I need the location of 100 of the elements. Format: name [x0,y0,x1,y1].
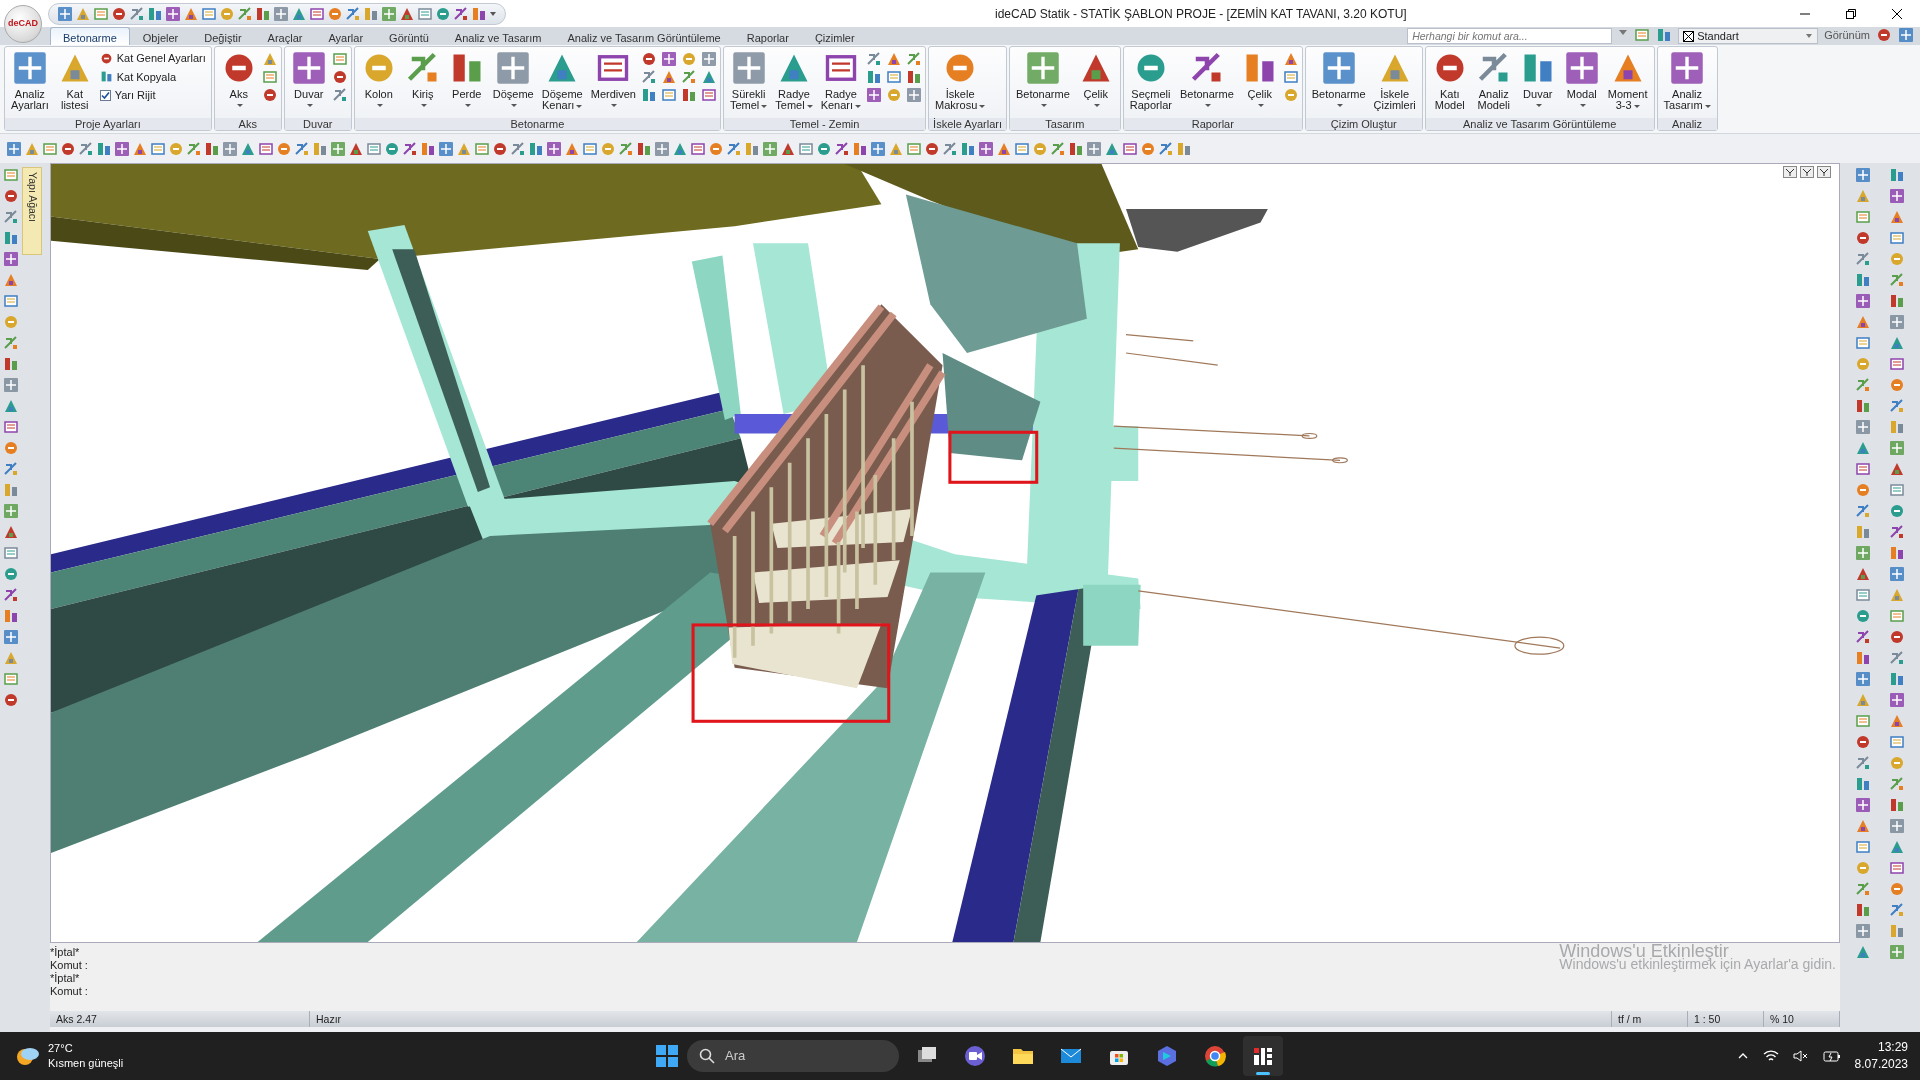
ribbon-small-button[interactable]: Kat Kopyala [97,67,208,86]
ribbon-button[interactable]: Analiz Ayarları [8,49,52,112]
tool-icon[interactable] [420,140,436,157]
menu-tab[interactable]: Çizimler [801,27,868,45]
tool-icon[interactable] [866,69,883,85]
ribbon-button[interactable]: Kat listesi [53,49,96,112]
tool-icon[interactable] [331,87,348,103]
tool-icon[interactable] [3,209,19,225]
tool-icon[interactable] [1889,230,1905,246]
tool-icon[interactable] [1855,776,1871,792]
tool-icon[interactable] [3,524,19,540]
tool-icon[interactable] [3,440,19,456]
tool-icon[interactable] [680,87,697,103]
tool-icon[interactable] [204,140,220,157]
tool-icon[interactable] [1656,27,1673,43]
tool-icon[interactable] [261,87,278,103]
tool-icon[interactable] [1855,377,1871,393]
tool-icon[interactable] [886,51,903,67]
tool-icon[interactable] [258,140,274,157]
clock-date[interactable]: 8.07.2023 [1854,1056,1908,1073]
tool-icon[interactable] [3,587,19,603]
ribbon-button[interactable]: Analiz Modeli [1472,49,1515,112]
tool-icon[interactable] [1876,27,1892,43]
tool-icon[interactable] [1889,545,1905,561]
tool-icon[interactable] [261,69,278,85]
ribbon-button[interactable]: Merdiven [587,49,639,109]
tool-icon[interactable] [1855,839,1871,855]
tool-icon[interactable] [453,5,469,22]
tool-icon[interactable] [3,608,19,624]
tool-icon[interactable] [1855,293,1871,309]
tool-icon[interactable] [1158,140,1174,157]
tool-icon[interactable] [660,69,677,85]
clock-time[interactable]: 13:29 [1854,1039,1908,1056]
tool-icon[interactable] [381,5,397,22]
tool-icon[interactable] [680,69,697,85]
ribbon-button[interactable]: Analiz Tasarım [1660,49,1714,112]
tool-icon[interactable] [345,5,361,22]
tool-icon[interactable] [618,140,634,157]
tool-icon[interactable] [1889,671,1905,687]
tool-icon[interactable] [186,140,202,157]
tool-icon[interactable] [1889,482,1905,498]
ribbon-button[interactable]: Duvar [287,49,330,109]
tool-icon[interactable] [1889,419,1905,435]
tool-icon[interactable] [3,566,19,582]
menu-tab[interactable]: Araçlar [254,27,316,45]
tool-icon[interactable] [42,140,58,157]
tool-icon[interactable] [1068,140,1084,157]
dropdown-arrow-icon[interactable] [1618,27,1629,37]
tool-icon[interactable] [1855,608,1871,624]
tool-icon[interactable] [276,140,292,157]
tool-icon[interactable] [1176,140,1192,157]
tool-icon[interactable] [886,69,903,85]
menu-tab[interactable]: Değiştir [191,27,255,45]
tool-icon[interactable] [1855,671,1871,687]
tool-icon[interactable] [1140,140,1156,157]
tool-icon[interactable] [546,140,562,157]
tool-icon[interactable] [222,140,238,157]
tool-icon[interactable] [255,5,271,22]
tool-icon[interactable] [1889,314,1905,330]
ribbon-button[interactable]: Modal [1560,49,1603,109]
menu-tab[interactable]: Analiz ve Tasarım [441,27,555,45]
side-panel-tab[interactable]: Yapı Ağacı [22,167,42,255]
tool-icon[interactable] [1855,209,1871,225]
ribbon-button[interactable]: İskele Çizimleri [1370,49,1419,112]
tool-icon[interactable] [1889,209,1905,225]
checkbox[interactable] [99,89,111,101]
tool-icon[interactable] [1855,713,1871,729]
tool-icon[interactable] [690,140,706,157]
tool-icon[interactable] [1889,503,1905,519]
tool-icon[interactable] [1855,818,1871,834]
tool-icon[interactable] [870,140,886,157]
tool-icon[interactable] [834,140,850,157]
tool-icon[interactable] [1889,629,1905,645]
tool-icon[interactable] [1086,140,1102,157]
tool-icon[interactable] [1889,818,1905,834]
tool-icon[interactable] [906,87,923,103]
tool-icon[interactable] [3,650,19,666]
tool-icon[interactable] [1282,51,1299,67]
tool-icon[interactable] [1889,356,1905,372]
tool-icon[interactable] [640,69,657,85]
tool-icon[interactable] [1889,335,1905,351]
search-field[interactable]: Herhangi bir komut ara... [1407,28,1613,44]
tool-icon[interactable] [3,545,19,561]
tool-icon[interactable] [1889,524,1905,540]
tool-icon[interactable] [1855,440,1871,456]
ribbon-button[interactable]: Çelik [1074,49,1117,109]
tool-icon[interactable] [1889,461,1905,477]
tool-icon[interactable] [1855,251,1871,267]
tool-icon[interactable] [6,140,22,157]
tool-icon[interactable] [1855,230,1871,246]
tool-icon[interactable] [798,140,814,157]
tool-icon[interactable] [1855,503,1871,519]
tool-icon[interactable] [261,51,278,67]
tool-icon[interactable] [1855,482,1871,498]
tool-icon[interactable] [3,293,19,309]
tool-icon[interactable] [906,51,923,67]
tool-icon[interactable] [3,398,19,414]
tool-icon[interactable] [1889,650,1905,666]
tool-icon[interactable] [1855,398,1871,414]
tool-icon[interactable] [294,140,310,157]
